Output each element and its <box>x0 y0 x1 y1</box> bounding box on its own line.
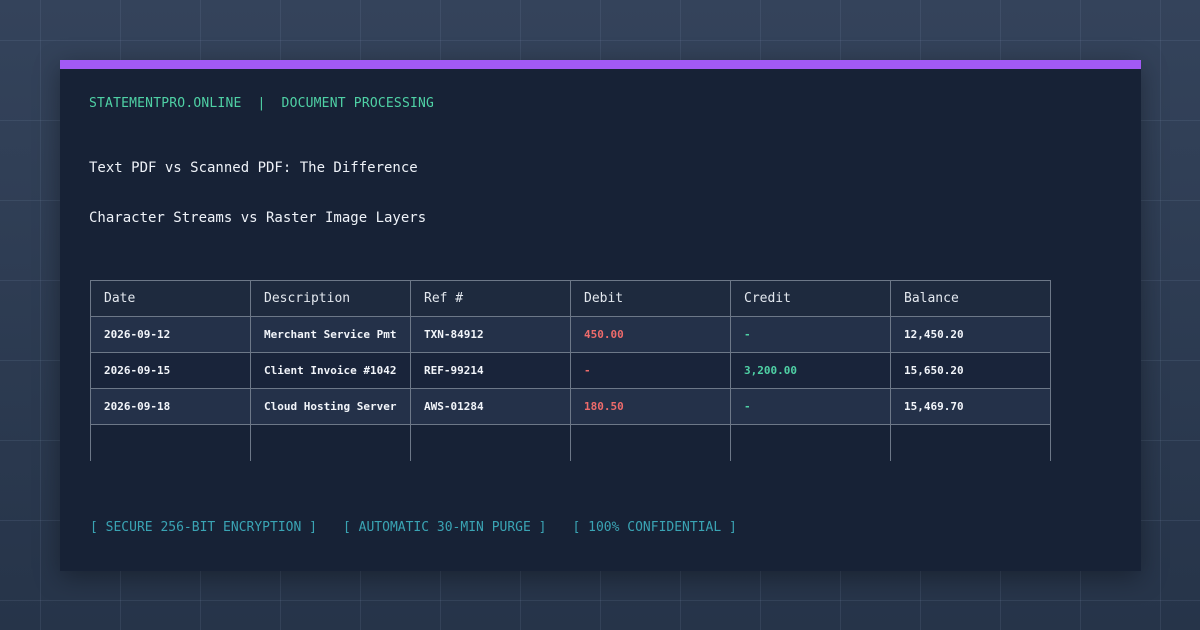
column-header-balance: Balance <box>890 280 1051 317</box>
cell-credit: - <box>730 316 891 353</box>
cell-date: 2026-09-12 <box>90 316 251 353</box>
cell-description: Cloud Hosting Server <box>250 388 411 425</box>
table-row: 2026-09-18 Cloud Hosting Server AWS-0128… <box>90 388 1051 425</box>
page-subtitle: Character Streams vs Raster Image Layers <box>89 210 427 226</box>
section-label: DOCUMENT PROCESSING <box>281 96 435 111</box>
accent-bar <box>60 60 1141 69</box>
badge-encryption: [ SECURE 256-BIT ENCRYPTION ] <box>90 520 317 535</box>
brand-name: STATEMENTPRO.ONLINE <box>89 96 242 111</box>
cell-ref: AWS-01284 <box>410 388 571 425</box>
column-header-credit: Credit <box>730 280 891 317</box>
cell-empty <box>570 424 731 461</box>
cell-date: 2026-09-18 <box>90 388 251 425</box>
statement-card: STATEMENTPRO.ONLINE | DOCUMENT PROCESSING … <box>60 60 1141 571</box>
table-header-row: Date Description Ref # Debit Credit Bala… <box>90 280 1051 317</box>
cell-debit: 180.50 <box>570 388 731 425</box>
table-row: 2026-09-15 Client Invoice #1042 REF-9921… <box>90 352 1051 389</box>
page-title: Text PDF vs Scanned PDF: The Difference <box>89 160 418 176</box>
cell-ref: REF-99214 <box>410 352 571 389</box>
statement-table: Date Description Ref # Debit Credit Bala… <box>90 280 1051 461</box>
cell-empty <box>250 424 411 461</box>
column-header-date: Date <box>90 280 251 317</box>
security-badges: [ SECURE 256-BIT ENCRYPTION ] [ AUTOMATIC… <box>90 520 763 535</box>
cell-balance: 12,450.20 <box>890 316 1051 353</box>
brand-separator: | <box>257 96 266 111</box>
statement-table-wrap: Date Description Ref # Debit Credit Bala… <box>90 280 1051 461</box>
column-header-ref: Ref # <box>410 280 571 317</box>
cell-empty <box>410 424 571 461</box>
cell-debit: 450.00 <box>570 316 731 353</box>
cell-balance: 15,650.20 <box>890 352 1051 389</box>
cell-description: Merchant Service Pmt <box>250 316 411 353</box>
column-header-description: Description <box>250 280 411 317</box>
cell-balance: 15,469.70 <box>890 388 1051 425</box>
cell-ref: TXN-84912 <box>410 316 571 353</box>
column-header-debit: Debit <box>570 280 731 317</box>
badge-purge: [ AUTOMATIC 30-MIN PURGE ] <box>342 520 547 535</box>
cell-empty <box>890 424 1051 461</box>
brand-header: STATEMENTPRO.ONLINE | DOCUMENT PROCESSING <box>89 96 434 111</box>
cell-description: Client Invoice #1042 <box>250 352 411 389</box>
table-row: 2026-09-12 Merchant Service Pmt TXN-8491… <box>90 316 1051 353</box>
cell-credit: 3,200.00 <box>730 352 891 389</box>
cell-credit: - <box>730 388 891 425</box>
badge-confidential: [ 100% CONFIDENTIAL ] <box>572 520 737 535</box>
table-row-empty <box>90 424 1051 461</box>
cell-date: 2026-09-15 <box>90 352 251 389</box>
cell-empty <box>730 424 891 461</box>
cell-debit: - <box>570 352 731 389</box>
cell-empty <box>90 424 251 461</box>
